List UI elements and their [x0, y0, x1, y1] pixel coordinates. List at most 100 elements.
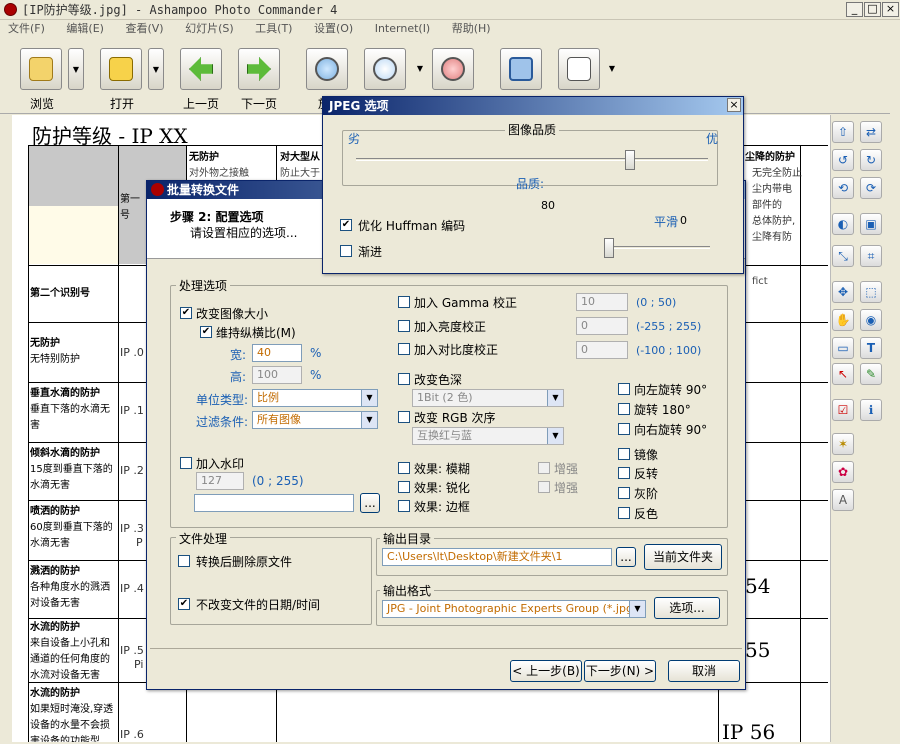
- swap-icon[interactable]: ⇄: [860, 121, 882, 143]
- prev-button[interactable]: [180, 48, 222, 90]
- watermark-value-input[interactable]: 127: [196, 472, 244, 490]
- zoom-in-button[interactable]: [306, 48, 348, 90]
- color-depth-checkbox[interactable]: [398, 373, 410, 385]
- menu-settings[interactable]: 设置(O): [308, 22, 353, 35]
- refresh-icon[interactable]: ⟳: [860, 177, 882, 199]
- mirror-checkbox[interactable]: [618, 448, 630, 460]
- palette-icon[interactable]: ✿: [832, 461, 854, 483]
- quality-slider-track[interactable]: [356, 158, 708, 161]
- contrast-checkbox[interactable]: [398, 343, 410, 355]
- filter-select[interactable]: 所有图像 ▼: [252, 411, 378, 429]
- resize-icon[interactable]: ⤡: [832, 245, 854, 267]
- contrast-input[interactable]: 0: [576, 341, 628, 359]
- blur-checkbox[interactable]: [398, 462, 410, 474]
- hand-icon[interactable]: ✋: [832, 309, 854, 331]
- quality-value: 80: [541, 199, 555, 212]
- unit-type-select[interactable]: 比例 ▼: [252, 389, 378, 407]
- menu-file[interactable]: 文件(F): [2, 22, 45, 35]
- invert-checkbox[interactable]: [618, 467, 630, 479]
- height-input[interactable]: 100: [252, 366, 302, 384]
- gamma-range: (0 ; 50): [636, 296, 677, 309]
- contrast-icon[interactable]: ◐: [832, 213, 854, 235]
- menu-internet[interactable]: Internet(I): [369, 22, 431, 35]
- close-button[interactable]: ×: [882, 2, 899, 17]
- output-format-select[interactable]: JPG - Joint Photographic Experts Group (…: [382, 600, 646, 618]
- maximize-button[interactable]: □: [864, 2, 881, 17]
- delete-source-checkbox[interactable]: [178, 555, 190, 567]
- quality-slider-thumb[interactable]: [625, 150, 635, 170]
- format-options-button[interactable]: 选项...: [654, 597, 720, 619]
- output-dir-input[interactable]: C:\Users\lt\Desktop\新建文件夹\1: [382, 548, 612, 566]
- file-handling-label: 文件处理: [176, 530, 231, 547]
- brightness-input[interactable]: 0: [576, 317, 628, 335]
- text-icon[interactable]: T: [860, 337, 882, 359]
- progressive-checkbox[interactable]: [340, 245, 352, 257]
- output-dir-browse-button[interactable]: ...: [616, 547, 636, 567]
- checklist-icon[interactable]: ☑: [832, 399, 854, 421]
- gamma-input[interactable]: 10: [576, 293, 628, 311]
- info-icon[interactable]: ℹ: [860, 399, 882, 421]
- eye-icon[interactable]: ◉: [860, 309, 882, 331]
- grayscale-checkbox[interactable]: [618, 487, 630, 499]
- color-depth-select[interactable]: 1Bit (2 色) ▼: [412, 389, 564, 407]
- resize-checkbox[interactable]: ✔: [180, 307, 192, 319]
- open-dropdown[interactable]: ▼: [148, 48, 164, 90]
- second-id-label: 第二个识别号: [30, 288, 90, 299]
- zoom-out-button[interactable]: [432, 48, 474, 90]
- menu-edit[interactable]: 编辑(E): [60, 22, 104, 35]
- blur-enhance-checkbox[interactable]: [538, 462, 550, 474]
- menu-tools[interactable]: 工具(T): [249, 22, 292, 35]
- arrow-icon[interactable]: ↖: [832, 363, 854, 385]
- cancel-button[interactable]: 取消: [668, 660, 740, 682]
- arrow-up-icon[interactable]: ⇧: [832, 121, 854, 143]
- fullscreen-button[interactable]: [500, 48, 542, 90]
- border-checkbox[interactable]: [398, 500, 410, 512]
- back-button[interactable]: < 上一步(B): [510, 660, 582, 682]
- sharpen-enhance-checkbox[interactable]: [538, 481, 550, 493]
- jpeg-close-button[interactable]: ×: [727, 98, 741, 112]
- crop-icon[interactable]: ⌗: [860, 245, 882, 267]
- optimize-huffman-checkbox[interactable]: ✔: [340, 219, 352, 231]
- keep-date-checkbox[interactable]: ✔: [178, 598, 190, 610]
- move-icon[interactable]: ✥: [832, 281, 854, 303]
- page-dropdown[interactable]: ▼: [604, 48, 620, 90]
- rotate-right-icon[interactable]: ↻: [860, 149, 882, 171]
- next-button[interactable]: [238, 48, 280, 90]
- magic-wand-icon[interactable]: ✶: [832, 433, 854, 455]
- menu-view[interactable]: 查看(V): [119, 22, 163, 35]
- current-folder-button[interactable]: 当前文件夹: [644, 544, 722, 570]
- rgb-order-select[interactable]: 互换红与蓝 ▼: [412, 427, 564, 445]
- rotate-180-icon[interactable]: ⟲: [832, 177, 854, 199]
- brightness-checkbox[interactable]: [398, 320, 410, 332]
- frame-icon[interactable]: ▭: [832, 337, 854, 359]
- width-input[interactable]: 40: [252, 344, 302, 362]
- menu-help[interactable]: 帮助(H): [446, 22, 491, 35]
- menu-slideshow[interactable]: 幻灯片(S): [179, 22, 234, 35]
- zoom-actual-button[interactable]: [364, 48, 406, 90]
- rotate-left-checkbox[interactable]: [618, 383, 630, 395]
- new-page-button[interactable]: [558, 48, 600, 90]
- watermark-file-input[interactable]: [194, 494, 354, 512]
- negative-checkbox[interactable]: [618, 507, 630, 519]
- gamma-checkbox[interactable]: [398, 296, 410, 308]
- browse-button[interactable]: [20, 48, 62, 90]
- sharpen-checkbox[interactable]: [398, 481, 410, 493]
- browse-dropdown[interactable]: ▼: [68, 48, 84, 90]
- rotate-180-checkbox[interactable]: [618, 403, 630, 415]
- watermark-browse-button[interactable]: ...: [360, 493, 380, 513]
- font-icon[interactable]: A: [832, 489, 854, 511]
- rgb-order-checkbox[interactable]: [398, 411, 410, 423]
- watermark-checkbox[interactable]: [180, 457, 192, 469]
- smooth-slider-thumb[interactable]: [604, 238, 614, 258]
- open-button[interactable]: [100, 48, 142, 90]
- smooth-slider-track[interactable]: [606, 246, 710, 249]
- image-icon[interactable]: ▣: [860, 213, 882, 235]
- rotate-right-checkbox[interactable]: [618, 423, 630, 435]
- select-icon[interactable]: ⬚: [860, 281, 882, 303]
- rotate-left-icon[interactable]: ↺: [832, 149, 854, 171]
- minimize-button[interactable]: _: [846, 2, 863, 17]
- keep-ratio-checkbox[interactable]: ✔: [200, 326, 212, 338]
- pencil-icon[interactable]: ✎: [860, 363, 882, 385]
- zoom-dropdown[interactable]: ▼: [412, 48, 428, 90]
- next-step-button[interactable]: 下一步(N) >: [584, 660, 656, 682]
